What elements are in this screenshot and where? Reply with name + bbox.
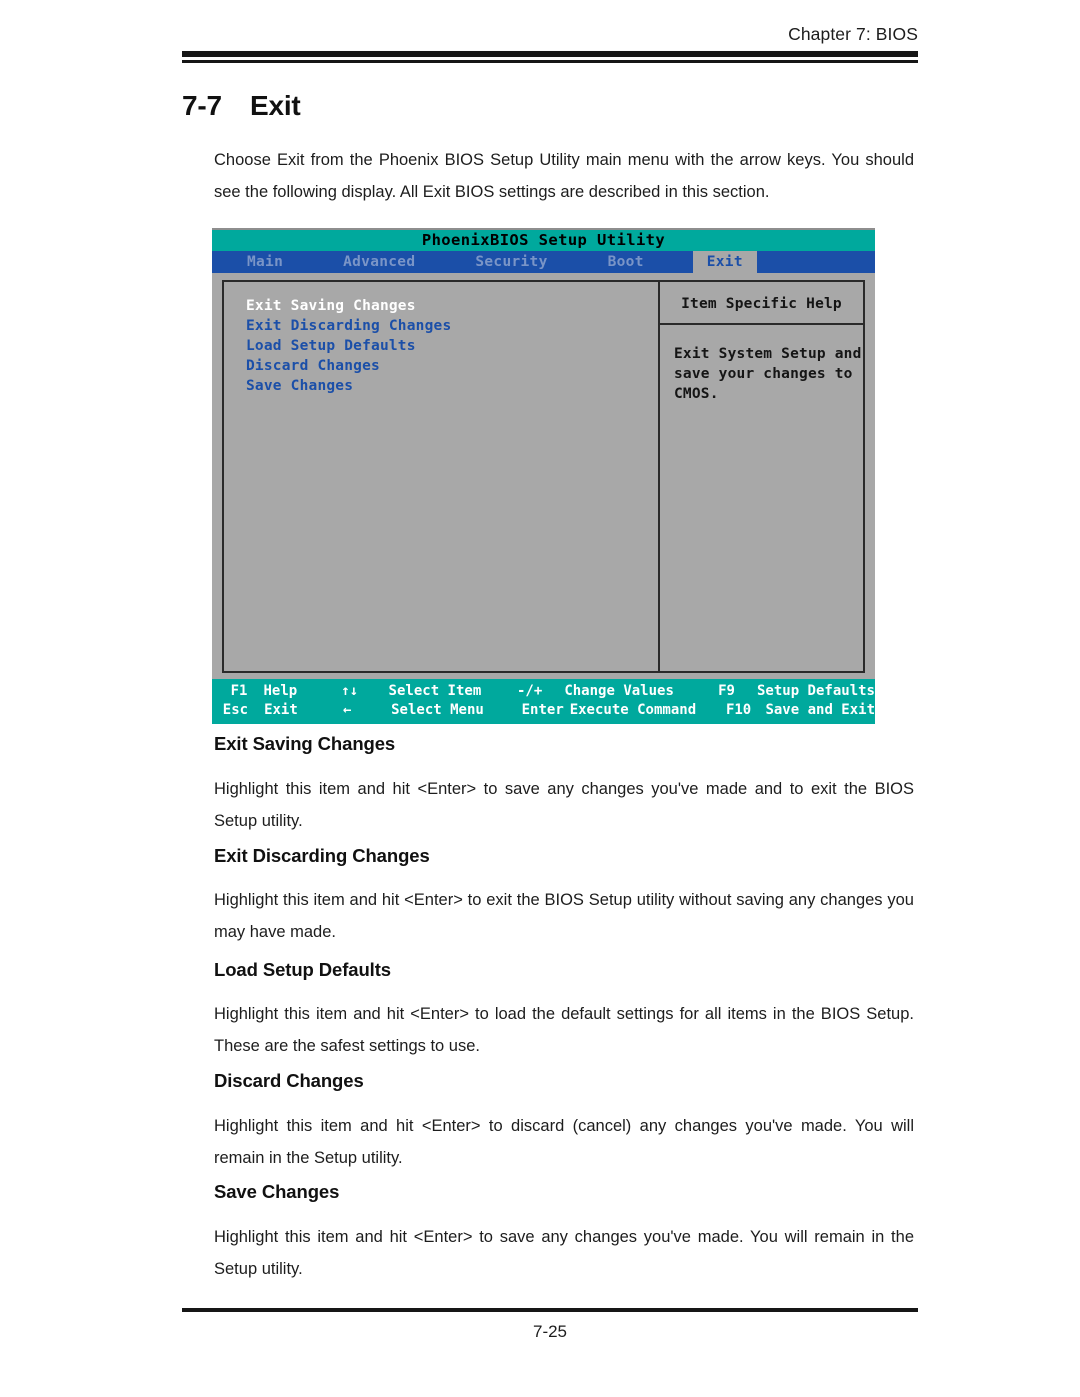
- bios-key-select-item-label: Select Item: [388, 683, 482, 699]
- paragraph-exit-discarding-changes: Highlight this item and hit <Enter> to e…: [214, 891, 914, 941]
- paragraph-load-setup-defaults: Highlight this item and hit <Enter> to l…: [214, 1005, 914, 1055]
- bios-help-text: Exit System Setup and save your changes …: [660, 325, 863, 404]
- bios-option-load-setup-defaults[interactable]: Load Setup Defaults: [246, 336, 658, 356]
- bios-menu-main[interactable]: Main: [240, 251, 290, 273]
- bios-menu-boot[interactable]: Boot: [601, 251, 651, 273]
- paragraph-save-changes: Highlight this item and hit <Enter> to s…: [214, 1228, 914, 1278]
- page-number: 7-25: [532, 1322, 568, 1341]
- bios-options-panel: Exit Saving Changes Exit Discarding Chan…: [222, 280, 659, 673]
- bios-help-line-2: save your changes to: [674, 366, 853, 382]
- bios-option-save-changes[interactable]: Save Changes: [246, 376, 658, 396]
- bios-key-save-and-exit-label: Save and Exit: [765, 702, 876, 718]
- bios-key-updown-icon: ↑↓: [341, 683, 359, 699]
- bios-title-bar: PhoenixBIOS Setup Utility: [212, 230, 875, 251]
- header-rule-thick: [182, 51, 918, 57]
- bios-key-f9: F9: [718, 683, 735, 699]
- bios-key-f1-label: Help: [263, 683, 298, 699]
- section-number: 7-7: [182, 90, 222, 121]
- bios-key-left-arrow-icon: ←: [343, 702, 352, 718]
- subheading-load-setup-defaults: Load Setup Defaults: [214, 959, 391, 980]
- bios-key-minusplus: -/+: [516, 683, 543, 699]
- intro-paragraph: Choose Exit from the Phoenix BIOS Setup …: [214, 151, 914, 201]
- bios-option-exit-saving-changes[interactable]: Exit Saving Changes: [246, 296, 658, 316]
- bios-help-panel: Item Specific Help Exit System Setup and…: [659, 280, 865, 673]
- bios-menu-advanced[interactable]: Advanced: [336, 251, 422, 273]
- bios-help-title: Item Specific Help: [660, 282, 863, 325]
- subheading-discard-changes: Discard Changes: [214, 1070, 364, 1091]
- bios-screenshot-figure: PhoenixBIOS Setup Utility Main Advanced …: [212, 228, 875, 724]
- bios-function-key-bar: F1 Help ↑↓ Select Item -/+ Change Values…: [212, 679, 875, 724]
- subheading-exit-saving-changes: Exit Saving Changes: [214, 733, 396, 754]
- bios-function-key-row-1: F1 Help ↑↓ Select Item -/+ Change Values…: [212, 682, 875, 701]
- bios-menu-filler: [757, 251, 875, 273]
- section-title: Exit: [250, 90, 301, 121]
- running-header: Chapter 7: BIOS: [182, 24, 918, 63]
- subheading-save-changes: Save Changes: [214, 1181, 340, 1202]
- bios-option-discard-changes[interactable]: Discard Changes: [246, 356, 658, 376]
- bios-key-setup-defaults-label: Setup Defaults: [756, 683, 875, 699]
- bios-menu-exit[interactable]: Exit: [692, 251, 757, 273]
- bios-key-f10: F10: [725, 702, 752, 718]
- bios-key-f1: F1: [230, 683, 248, 699]
- bios-help-line-3: CMOS.: [674, 386, 719, 402]
- header-rule-thin: [182, 60, 918, 63]
- subheading-exit-discarding-changes: Exit Discarding Changes: [214, 845, 430, 866]
- bios-key-enter: Enter: [521, 702, 564, 718]
- paragraph-exit-saving-changes: Highlight this item and hit <Enter> to s…: [214, 780, 914, 830]
- bios-body: Exit Saving Changes Exit Discarding Chan…: [212, 273, 875, 673]
- footer-rule: [182, 1308, 918, 1312]
- bios-key-select-menu-label: Select Menu: [391, 702, 484, 718]
- section-heading: 7-7 Exit: [182, 90, 301, 122]
- bios-help-line-1: Exit System Setup and: [674, 346, 862, 362]
- bios-key-esc: Esc: [222, 702, 249, 718]
- bios-key-execute-command-label: Execute Command: [569, 702, 697, 718]
- bios-key-esc-label: Exit: [264, 702, 298, 718]
- chapter-label: Chapter 7: BIOS: [788, 24, 918, 44]
- paragraph-discard-changes: Highlight this item and hit <Enter> to d…: [214, 1117, 914, 1167]
- document-page: Chapter 7: BIOS 7-7 Exit Choose Exit from…: [0, 0, 1080, 1397]
- bios-menu-security[interactable]: Security: [468, 251, 554, 273]
- bios-function-key-row-2: Esc Exit ← Select Menu Enter Execute Com…: [212, 701, 875, 720]
- bios-menu-bar: Main Advanced Security Boot Exit: [212, 251, 875, 273]
- bios-option-exit-discarding-changes[interactable]: Exit Discarding Changes: [246, 316, 658, 336]
- bios-key-change-values-label: Change Values: [564, 683, 674, 699]
